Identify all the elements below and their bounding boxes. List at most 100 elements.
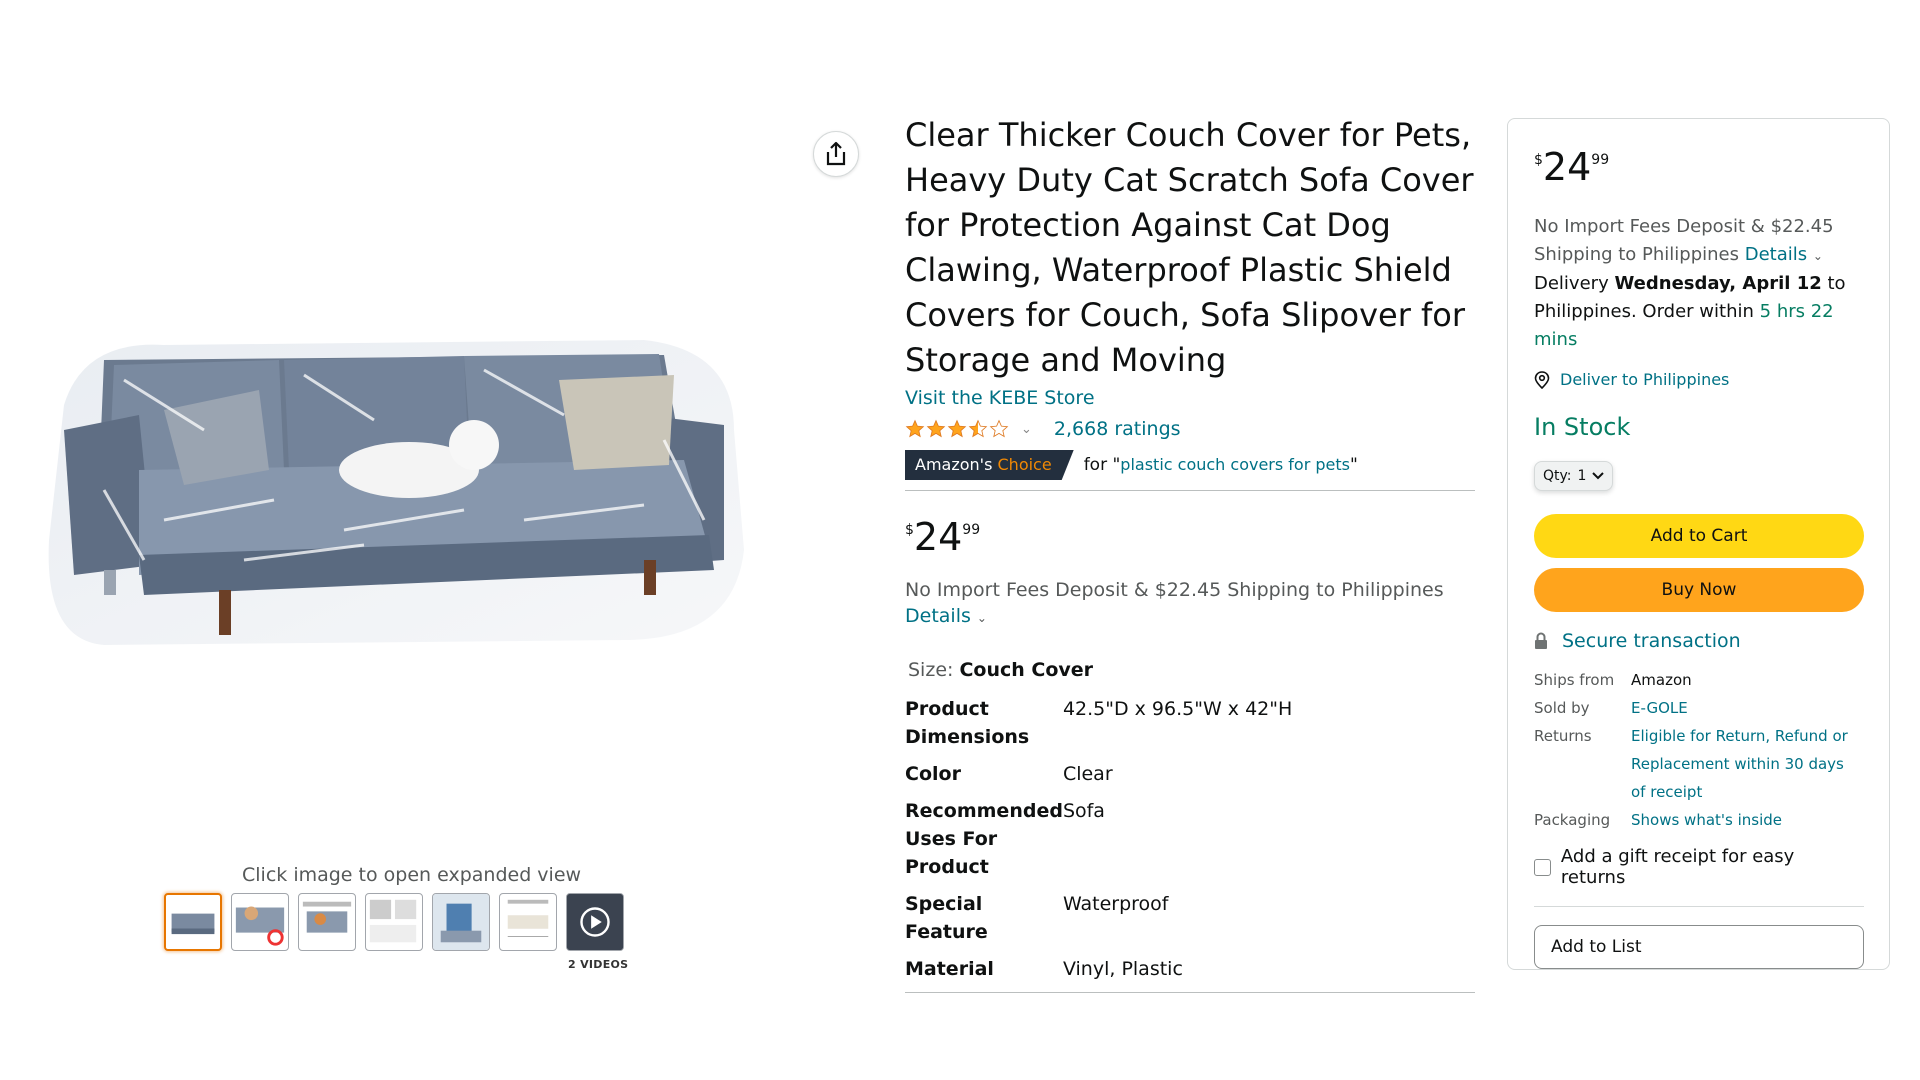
packaging-link[interactable]: Shows what's inside [1631, 806, 1863, 834]
chevron-down-icon: ⌄ [1812, 249, 1823, 263]
thumbnail-4[interactable] [365, 893, 423, 951]
spec-value: Vinyl, Plastic [1062, 958, 1183, 980]
secure-transaction-row: Secure transaction [1534, 630, 1863, 652]
sold-by-label: Sold by [1534, 699, 1590, 717]
details-label: Details [905, 605, 971, 627]
badge-choice: Choice [997, 455, 1052, 474]
star-icon [926, 419, 946, 438]
rating-row: ⌄ 2,668 ratings [905, 415, 1475, 443]
product-details: Clear Thicker Couch Cover for Pets, Heav… [905, 113, 1475, 993]
spec-row: Color Clear [905, 760, 1292, 797]
thumbnail-1[interactable] [164, 893, 222, 951]
sold-by-link[interactable]: E-GOLE [1631, 694, 1863, 722]
spec-key: Recommended Uses For Product [905, 800, 1063, 878]
expand-hint: Click image to open expanded view [242, 864, 582, 886]
gift-receipt-label: Add a gift receipt for easy returns [1560, 846, 1795, 888]
sofa-image [48, 340, 745, 645]
details-link[interactable]: Details ⌄ [1745, 244, 1823, 265]
badge-for-text: for "plastic couch covers for pets" [1084, 455, 1358, 475]
details-link[interactable]: Details ⌄ [905, 605, 987, 627]
ships-from-label: Ships from [1534, 671, 1615, 689]
lock-icon [1535, 632, 1547, 649]
size-value: Couch Cover [959, 659, 1094, 681]
thumbnail-6[interactable] [499, 893, 557, 951]
gift-receipt-checkbox[interactable] [1534, 858, 1551, 876]
fees-text-2: Shipping to Philippines [1534, 244, 1740, 265]
import-fees-text: No Import Fees Deposit & $22.45 Shipping… [905, 579, 1444, 601]
spec-row: Product Dimensions 42.5"D x 96.5"W x 42"… [905, 695, 1292, 760]
spec-table: Product Dimensions 42.5"D x 96.5"W x 42"… [905, 695, 1292, 992]
price-currency: $ [905, 522, 914, 538]
share-button[interactable] [813, 131, 859, 177]
store-link[interactable]: Visit the KEBE Store [905, 387, 1475, 409]
returns-label: Returns [1534, 727, 1592, 745]
stock-status: In Stock [1534, 413, 1631, 441]
buy-box: $ 24 99 No Import Fees Deposit & $22.45 … [1507, 118, 1890, 970]
returns-link[interactable]: Eligible for Return, Refund or Replaceme… [1631, 722, 1863, 806]
thumbnail-strip [164, 893, 624, 951]
spec-key: Product Dimensions [905, 698, 1030, 748]
videos-label: 2 VIDEOS [568, 958, 629, 971]
star-icon [905, 419, 925, 438]
play-icon [567, 894, 623, 950]
thumbnail-2[interactable] [231, 893, 289, 951]
buy-box-price: $ 24 99 [1534, 147, 1863, 187]
spec-key: Color [905, 763, 961, 785]
badge-for-label: for " [1083, 455, 1121, 475]
divider [905, 992, 1475, 993]
star-rating[interactable] [905, 419, 1009, 439]
seller-info: Ships from Amazon Sold by E-GOLE Returns El… [1534, 666, 1863, 834]
spec-row: Material Vinyl, Plastic [905, 955, 1292, 992]
price: $ 24 99 [905, 517, 1475, 557]
amazons-choice-row: Amazon's Choice for "plastic couch cover… [905, 450, 1475, 480]
deliver-to-row[interactable]: Deliver to Philippines [1534, 370, 1863, 389]
product-title: Clear Thicker Couch Cover for Pets, Heav… [905, 116, 1474, 379]
secure-transaction-link[interactable]: Secure transaction [1562, 630, 1741, 652]
spec-row: Special Feature Waterproof [905, 890, 1292, 955]
chevron-down-icon: ⌄ [976, 611, 987, 625]
spec-value: Waterproof [1062, 893, 1169, 915]
share-icon [826, 141, 846, 166]
delivery-info: Delivery Wednesday, April 12 to Philippi… [1534, 270, 1863, 354]
price-whole: 24 [913, 515, 963, 559]
chevron-down-icon[interactable]: ⌄ [1021, 422, 1032, 437]
delivery-prefix: Delivery [1534, 273, 1609, 294]
thumbnail-video[interactable] [566, 893, 624, 951]
details-label: Details [1744, 244, 1808, 265]
size-row: Size: Couch Cover [905, 659, 1475, 681]
add-to-cart-button[interactable]: Add to Cart [1534, 514, 1864, 558]
spec-value: 42.5"D x 96.5"W x 42"H [1062, 698, 1293, 720]
thumbnail-3[interactable] [298, 893, 356, 951]
empty-star-icon [989, 419, 1009, 438]
ships-from-value: Amazon [1631, 671, 1692, 689]
deliver-to-link[interactable]: Deliver to Philippines [1560, 370, 1729, 389]
main-product-image[interactable] [44, 320, 754, 670]
fees-text: No Import Fees Deposit & $22.45 [1534, 216, 1834, 237]
spec-key: Material [905, 958, 994, 980]
price-currency: $ [1534, 152, 1543, 168]
amazons-choice-badge[interactable]: Amazon's Choice [905, 450, 1074, 480]
qty-value: 1 [1577, 468, 1587, 484]
badge-prefix: Amazon's [915, 455, 993, 474]
buy-box-fees: No Import Fees Deposit & $22.45 Shipping… [1534, 213, 1863, 270]
half-star-icon [968, 419, 988, 438]
chevron-down-icon [1592, 472, 1605, 480]
quantity-select[interactable]: Qty: 1 [1534, 461, 1614, 491]
divider [1534, 906, 1864, 907]
size-label: Size: [908, 659, 954, 681]
spec-value: Clear [1062, 763, 1113, 785]
star-icon [947, 419, 967, 438]
badge-quote: " [1349, 455, 1358, 475]
price-fraction: 99 [962, 522, 981, 538]
add-to-list-button[interactable]: Add to List [1534, 925, 1864, 969]
gift-receipt-row: Add a gift receipt for easy returns [1534, 846, 1863, 888]
thumbnail-5[interactable] [432, 893, 490, 951]
ratings-link[interactable]: 2,668 ratings [1054, 418, 1181, 440]
spec-key: Special Feature [905, 893, 988, 943]
buy-now-button[interactable]: Buy Now [1534, 568, 1864, 612]
qty-label: Qty: [1543, 468, 1572, 484]
price-fraction: 99 [1591, 152, 1610, 168]
delivery-date: Wednesday, April 12 [1614, 273, 1822, 294]
location-pin-icon [1534, 370, 1550, 389]
badge-query-link[interactable]: plastic couch covers for pets [1120, 455, 1350, 474]
